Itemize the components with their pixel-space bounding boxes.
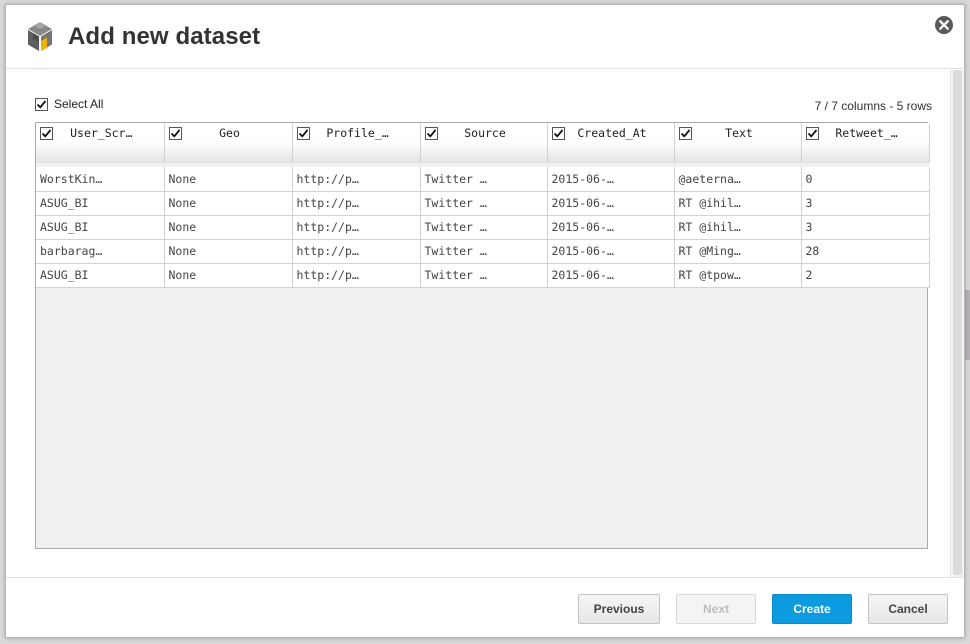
add-dataset-dialog: Add new dataset Select All 7 / 7 columns… [5,4,965,638]
table-cell: 2015-06-… [547,167,675,192]
column-header-inner: Profile_… [293,126,420,140]
table-cell: 2015-06-… [547,191,675,216]
column-header-label: Geo [219,126,240,140]
table-row: ASUG_BI None http://p… Twitter … 2015-06-… RT… [36,263,930,288]
table-cell: 2015-06-… [547,215,675,240]
column-checkbox[interactable] [805,126,819,140]
select-all-checkbox[interactable]: Select All [35,97,103,111]
table-body: WorstKin… None http://p… Twitter … 2015-06-…… [36,163,930,288]
table-cell: ASUG_BI [36,215,165,240]
table-cell: RT @ihil… [674,215,802,240]
table-row: barbarag… None http://p… Twitter … 2015-06-…… [36,239,930,264]
column-header[interactable]: Text [674,123,802,163]
next-button[interactable]: Next [676,594,756,624]
dialog-footer: Previous Next Create Cancel [6,577,964,637]
table-row: ASUG_BI None http://p… Twitter … 2015-06-… RT… [36,215,930,240]
table-row: WorstKin… None http://p… Twitter … 2015-06-…… [36,167,930,192]
table-cell: RT @Ming… [674,239,802,264]
column-header-inner: Retweet_… [802,126,929,140]
table-cell: http://p… [292,263,421,288]
dialog-body: Select All 7 / 7 columns - 5 rows User_S… [6,70,952,580]
column-header[interactable]: Geo [164,123,293,163]
table-cell: None [164,191,293,216]
table-cell: http://p… [292,239,421,264]
table-cell: 2015-06-… [547,239,675,264]
column-header-label: Source [464,126,506,140]
table-cell: None [164,263,293,288]
column-header-label: Text [725,126,753,140]
table-cell: RT @ihil… [674,191,802,216]
table-cell: None [164,215,293,240]
column-header[interactable]: Created_At [547,123,675,163]
table-cell: http://p… [292,167,421,192]
column-checkbox[interactable] [168,126,182,140]
column-header-inner: Source [421,126,547,140]
create-button[interactable]: Create [772,594,852,624]
column-header-label: User_Scr… [70,126,133,140]
column-header[interactable]: Profile_… [292,123,421,163]
column-header-label: Retweet_… [835,126,898,140]
column-header-inner: Text [675,126,801,140]
table-cell: Twitter … [420,263,548,288]
column-header-label: Created_At [577,126,647,140]
column-checkbox[interactable] [40,126,53,140]
column-checkbox[interactable] [424,126,438,140]
cancel-button[interactable]: Cancel [868,594,948,624]
dialog-header: Add new dataset [6,5,964,69]
table-cell: barbarag… [36,239,165,264]
previous-button[interactable]: Previous [578,594,660,624]
table-cell: 28 [801,239,930,264]
column-header-inner: User_Scr… [36,126,164,140]
column-checkbox[interactable] [678,126,692,140]
scrollbar-thumb[interactable] [953,70,962,575]
table-cell: ASUG_BI [36,191,165,216]
column-header-inner: Created_At [548,126,674,140]
select-all-label: Select All [54,97,104,111]
table-cell: http://p… [292,215,421,240]
table-cell: Twitter … [420,239,548,264]
selection-summary: 7 / 7 columns - 5 rows [814,99,932,113]
dialog-title: Add new dataset [68,23,261,50]
table-cell: 3 [801,215,930,240]
column-header[interactable]: Retweet_… [801,123,930,163]
table-row: ASUG_BI None http://p… Twitter … 2015-06-… RT… [36,191,930,216]
close-icon[interactable] [934,15,954,35]
table-cell: 0 [801,167,930,192]
column-header-label: Profile_… [326,126,389,140]
column-header[interactable]: Source [420,123,548,163]
table-cell: @aeterna… [674,167,802,192]
table-cell: 2015-06-… [547,263,675,288]
table-cell: 2 [801,263,930,288]
checkbox-checked-icon[interactable] [35,97,48,111]
column-checkbox[interactable] [296,126,310,140]
table-cell: Twitter … [420,191,548,216]
table-cell: ASUG_BI [36,263,165,288]
table-cell: Twitter … [420,167,548,192]
preview-table: User_Scr… Geo Profile_… Source Created_At Tex… [36,123,930,288]
table-cell: Twitter … [420,215,548,240]
table-cell: RT @tpow… [674,263,802,288]
table-cell: WorstKin… [36,167,165,192]
table-header-row: User_Scr… Geo Profile_… Source Created_At Tex… [36,123,930,163]
table-cell: http://p… [292,191,421,216]
table-cell: 3 [801,191,930,216]
table-cell: None [164,239,293,264]
column-header-inner: Geo [165,126,292,140]
dialog-scrollbar[interactable] [950,70,964,580]
column-header[interactable]: User_Scr… [36,123,165,163]
cube-stack-icon [28,22,52,51]
table-cell: None [164,167,293,192]
data-preview-grid: User_Scr… Geo Profile_… Source Created_At Tex… [35,122,930,549]
column-checkbox[interactable] [551,126,565,140]
